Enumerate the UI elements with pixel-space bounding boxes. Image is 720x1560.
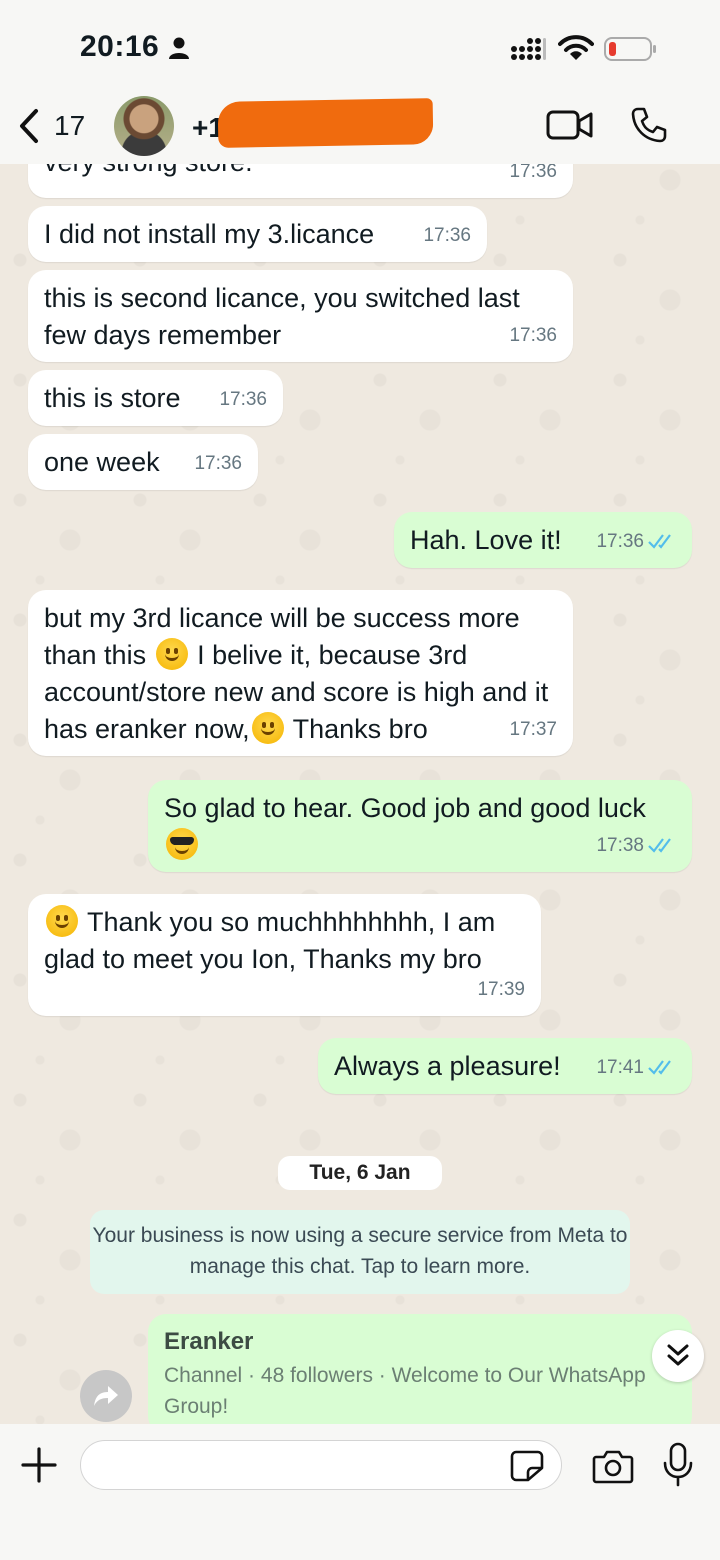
message-time: 17:36: [219, 389, 267, 410]
read-receipt-icon: [648, 534, 671, 549]
chevron-left-icon: [20, 109, 38, 143]
message-time: 17:38: [596, 827, 676, 864]
message-bubble[interactable]: I did not install my 3.licance 17:36: [28, 206, 487, 262]
business-notice[interactable]: Your business is now using a secure serv…: [90, 1210, 630, 1294]
chat-header: 17 +1: [0, 92, 720, 164]
microphone-icon[interactable]: [662, 1442, 694, 1488]
message-text: I did not install my 3.licance: [44, 219, 375, 249]
message-time: 17:41: [596, 1049, 676, 1086]
slightly-smiling-emoji-icon: [251, 712, 284, 744]
sticker-icon[interactable]: [510, 1450, 544, 1482]
double-chevron-down-icon: [667, 1344, 689, 1366]
message-text: Thanks bro: [292, 714, 428, 744]
status-bar: 20:16: [0, 0, 720, 92]
message-text: Always a pleasure!: [334, 1051, 561, 1081]
channel-invite-card[interactable]: Eranker Channel · 48 followers · Welcome…: [148, 1314, 692, 1424]
message-bubble[interactable]: one week 17:36: [28, 434, 258, 490]
message-text: Hah. Love it!: [410, 525, 562, 555]
camera-icon[interactable]: [592, 1448, 634, 1484]
redaction-mark: [217, 98, 434, 148]
message-bubble[interactable]: but my 3rd licance will be success more …: [28, 590, 573, 756]
message-list[interactable]: very strong store. 17:36 I did not insta…: [0, 164, 720, 1424]
date-separator: Tue, 6 Jan: [278, 1156, 442, 1190]
scroll-to-bottom-button[interactable]: [652, 1330, 704, 1382]
message-time-label: 17:38: [596, 835, 644, 856]
message-time-label: 17:41: [596, 1057, 644, 1078]
channel-subtitle: Channel · 48 followers · Welcome to Our …: [164, 1364, 646, 1418]
video-call-icon[interactable]: [546, 108, 594, 142]
message-time: 17:37: [509, 719, 557, 740]
message-composer: [0, 1424, 720, 1560]
message-bubble[interactable]: Thank you so muchhhhhhhh, I am glad to m…: [28, 894, 541, 1016]
message-text: this is second licance, you switched las…: [44, 283, 520, 350]
back-button[interactable]: 17: [18, 104, 85, 148]
message-time: 17:36: [509, 325, 557, 346]
message-text: Thank you so muchhhhhhhh, I am glad to m…: [44, 907, 496, 974]
battery-icon: [604, 37, 656, 61]
channel-title: Eranker: [164, 1328, 254, 1355]
message-bubble[interactable]: So glad to hear. Good job and good luck …: [148, 780, 692, 872]
message-bubble[interactable]: Hah. Love it! 17:36: [394, 512, 692, 568]
message-text: very strong store.: [44, 164, 253, 177]
message-time: 17:36: [509, 164, 557, 182]
message-text: one week: [44, 447, 160, 477]
forward-arrow-icon: [94, 1386, 118, 1406]
message-text: So glad to hear. Good job and good luck: [164, 793, 646, 823]
phone-icon[interactable]: [630, 106, 668, 144]
person-icon: [169, 37, 189, 59]
message-input[interactable]: [80, 1440, 562, 1490]
read-receipt-icon: [648, 838, 671, 853]
message-bubble[interactable]: very strong store. 17:36: [28, 164, 573, 198]
slightly-smiling-emoji-icon: [155, 638, 188, 670]
sunglasses-emoji-icon: [166, 828, 198, 860]
message-time-label: 17:36: [596, 531, 644, 552]
message-text: this is store: [44, 383, 181, 413]
plus-icon[interactable]: [20, 1446, 58, 1484]
message-bubble[interactable]: this is second licance, you switched las…: [28, 270, 573, 362]
message-time: 17:36: [423, 225, 471, 246]
contact-avatar[interactable]: [114, 96, 174, 156]
wifi-icon: [558, 35, 594, 60]
status-time: 20:16: [80, 30, 160, 63]
message-time: 17:36: [194, 453, 242, 474]
forward-button[interactable]: [80, 1370, 132, 1422]
message-time: 17:39: [477, 979, 525, 1000]
unread-count: 17: [54, 110, 86, 141]
signal-icon: [511, 38, 546, 60]
message-time: 17:36: [596, 523, 676, 560]
message-bubble[interactable]: Always a pleasure! 17:41: [318, 1038, 692, 1094]
slightly-smiling-emoji-icon: [46, 905, 78, 937]
message-bubble[interactable]: this is store 17:36: [28, 370, 283, 426]
read-receipt-icon: [648, 1060, 671, 1075]
